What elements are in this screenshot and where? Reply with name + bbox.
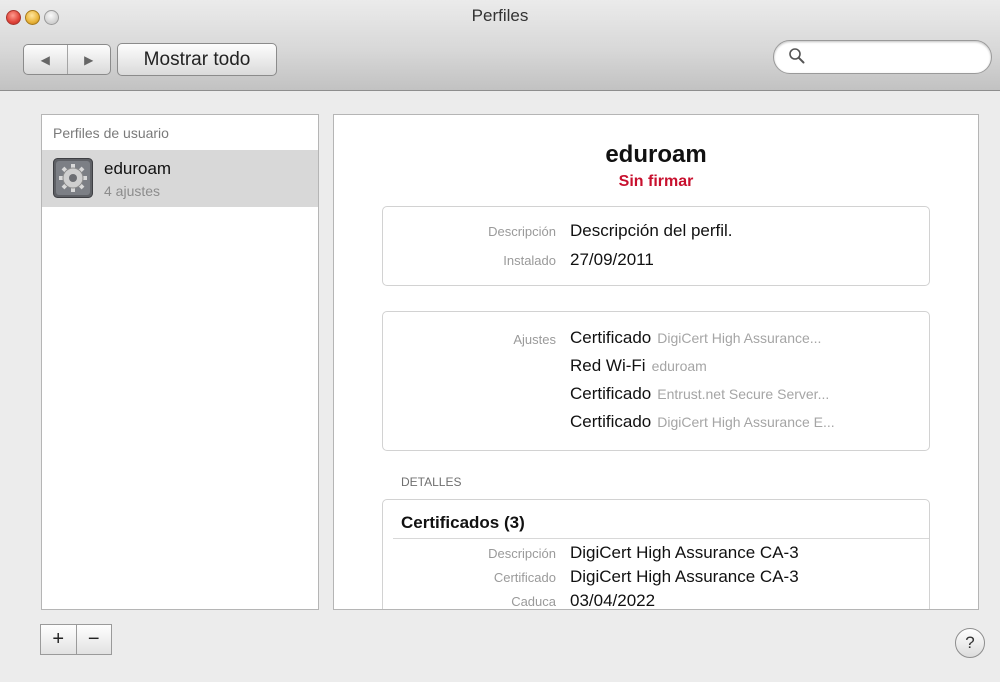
profile-detail-pane[interactable]: eduroam Sin firmar Descripción Descripci… xyxy=(333,114,979,610)
settings-label: Ajustes xyxy=(513,332,556,347)
cert-description-value: DigiCert High Assurance CA-3 xyxy=(570,543,799,562)
add-profile-button[interactable]: + xyxy=(41,625,76,654)
search-icon xyxy=(789,48,805,64)
setting-detail: Entrust.net Secure Server... xyxy=(657,386,830,402)
setting-detail: eduroam xyxy=(651,358,707,374)
cert-description-label: Descripción xyxy=(488,546,556,561)
forward-button[interactable]: ▶ xyxy=(66,45,111,74)
installed-label: Instalado xyxy=(503,253,556,268)
details-header: DETALLES xyxy=(401,475,462,489)
setting-type: Certificado xyxy=(570,384,652,403)
profiles-sidebar: Perfiles de usuario eduroam 4 ajustes xyxy=(41,114,319,610)
setting-type: Certificado xyxy=(570,328,652,347)
settings-gear-icon xyxy=(53,158,93,198)
cert-certificate-label: Certificado xyxy=(493,570,556,585)
help-button[interactable]: ? xyxy=(955,628,985,658)
profile-list-item-eduroam[interactable]: eduroam 4 ajustes xyxy=(42,150,318,207)
description-label: Descripción xyxy=(488,224,556,239)
setting-row: Certificado DigiCert High Assurance... xyxy=(570,328,821,348)
setting-row: Certificado DigiCert High Assurance E... xyxy=(570,412,835,432)
remove-profile-button[interactable]: − xyxy=(75,625,112,654)
profile-info-box: Descripción Descripción del perfil. Inst… xyxy=(382,206,930,286)
setting-detail: DigiCert High Assurance E... xyxy=(657,414,835,430)
setting-type: Certificado xyxy=(570,412,652,431)
signature-status: Sin firmar xyxy=(618,173,694,190)
sidebar-header: Perfiles de usuario xyxy=(53,125,169,141)
settings-box: Ajustes Certificado DigiCert High Assuran… xyxy=(382,311,930,451)
system-preferences-window: Perfiles ◀ ▶ Mostrar todo Perfiles de us… xyxy=(0,0,1000,682)
cert-expires-value: 03/04/2022 xyxy=(570,591,656,610)
setting-type: Red Wi-Fi xyxy=(570,356,646,375)
forward-arrow-icon: ▶ xyxy=(84,52,94,67)
profile-name: eduroam xyxy=(104,159,172,178)
profile-title: eduroam xyxy=(605,141,707,168)
certificates-header: Certificados (3) xyxy=(401,513,525,532)
setting-row: Certificado Entrust.net Secure Server... xyxy=(570,384,829,404)
search-field[interactable] xyxy=(773,40,992,74)
installed-value: 27/09/2011 xyxy=(570,250,654,269)
certificates-box: Certificados (3) Descripción DigiCert Hi… xyxy=(382,499,930,610)
window-title: Perfiles xyxy=(471,6,529,25)
description-value: Descripción del perfil. xyxy=(570,221,733,240)
help-icon: ? xyxy=(965,633,975,652)
setting-row: Red Wi-Fi eduroam xyxy=(570,356,707,376)
back-arrow-icon: ◀ xyxy=(40,52,50,67)
divider xyxy=(393,538,929,539)
title-bar: Perfiles ◀ ▶ Mostrar todo xyxy=(0,0,1000,91)
cert-expires-label: Caduca xyxy=(511,594,556,609)
show-all-button[interactable]: Mostrar todo xyxy=(117,43,277,76)
cert-certificate-value: DigiCert High Assurance CA-3 xyxy=(570,567,799,586)
profile-settings-count: 4 ajustes xyxy=(104,183,161,199)
back-forward-control: ◀ ▶ xyxy=(23,44,111,75)
back-button[interactable]: ◀ xyxy=(24,45,67,74)
setting-detail: DigiCert High Assurance... xyxy=(657,330,822,346)
add-remove-control: + − xyxy=(40,624,112,655)
